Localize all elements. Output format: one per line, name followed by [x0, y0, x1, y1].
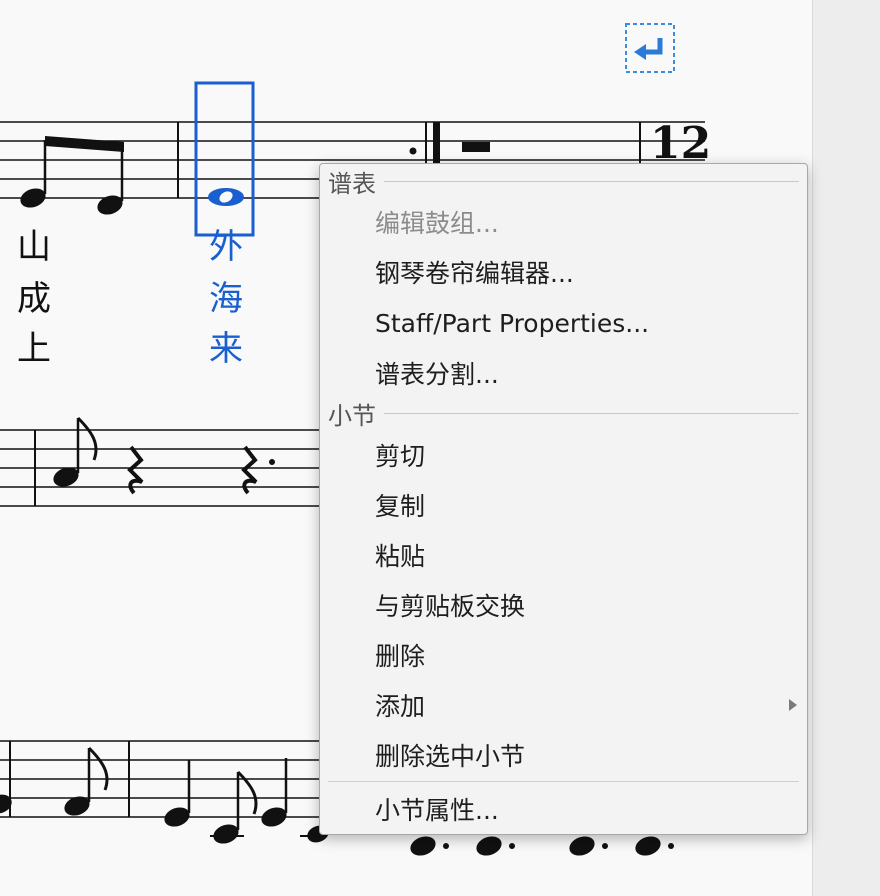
menu-item-paste[interactable]: 粘贴 — [320, 533, 807, 577]
lyric-syllable[interactable]: 上 — [14, 324, 54, 374]
staff-3 — [0, 740, 320, 818]
section-rule — [384, 180, 799, 182]
menu-item-swap-clipboard[interactable]: 与剪贴板交换 — [320, 583, 807, 627]
context-menu: 谱表 编辑鼓组... 钢琴卷帘编辑器... Staff/Part Propert… — [319, 163, 808, 835]
beamed-eighth-notes[interactable] — [18, 136, 126, 218]
menu-item-add[interactable]: 添加 — [320, 683, 807, 727]
menu-item-edit-drumset[interactable]: 编辑鼓组... — [320, 200, 807, 244]
lyric-syllable[interactable]: 成 — [14, 274, 54, 324]
section-title: 谱表 — [328, 169, 376, 198]
menu-item-delete-selected-measures[interactable]: 删除选中小节 — [320, 733, 807, 777]
quarter-rest-dotted[interactable] — [241, 445, 258, 495]
selection-box — [194, 81, 255, 237]
menu-section-measure: 小节 — [328, 400, 799, 430]
staff-2 — [0, 429, 320, 507]
menu-item-staff-properties[interactable]: Staff/Part Properties... — [320, 301, 807, 345]
menu-item-split-staff[interactable]: 谱表分割... — [320, 351, 807, 395]
measure-number: 12 — [650, 118, 711, 169]
menu-item-cut[interactable]: 剪切 — [320, 433, 807, 477]
menu-item-delete[interactable]: 删除 — [320, 633, 807, 677]
section-rule — [384, 412, 799, 414]
lyric-syllable-selected[interactable]: 外 — [206, 222, 246, 272]
section-title: 小节 — [328, 401, 376, 430]
eighth-note[interactable] — [51, 416, 98, 490]
menu-section-staff: 谱表 — [328, 168, 799, 198]
menu-divider — [328, 781, 799, 782]
vertical-scrollbar[interactable] — [812, 0, 880, 896]
menu-item-label: 添加 — [375, 692, 426, 721]
lyric-syllable[interactable]: 山 — [14, 222, 54, 272]
menu-item-copy[interactable]: 复制 — [320, 483, 807, 527]
quarter-rest[interactable] — [127, 445, 144, 495]
lyric-syllable-selected[interactable]: 来 — [206, 324, 246, 374]
menu-item-measure-properties[interactable]: 小节属性... — [320, 787, 807, 831]
dotted-notes-bottom[interactable] — [408, 833, 674, 859]
chevron-right-icon — [789, 699, 797, 711]
return-arrow-icon[interactable] — [625, 23, 675, 73]
rest-dot — [269, 459, 275, 465]
menu-item-piano-roll[interactable]: 钢琴卷帘编辑器... — [320, 250, 807, 294]
lyric-syllable-selected[interactable]: 海 — [206, 274, 246, 324]
whole-note-selected[interactable] — [208, 188, 244, 206]
half-rest[interactable] — [462, 142, 490, 152]
